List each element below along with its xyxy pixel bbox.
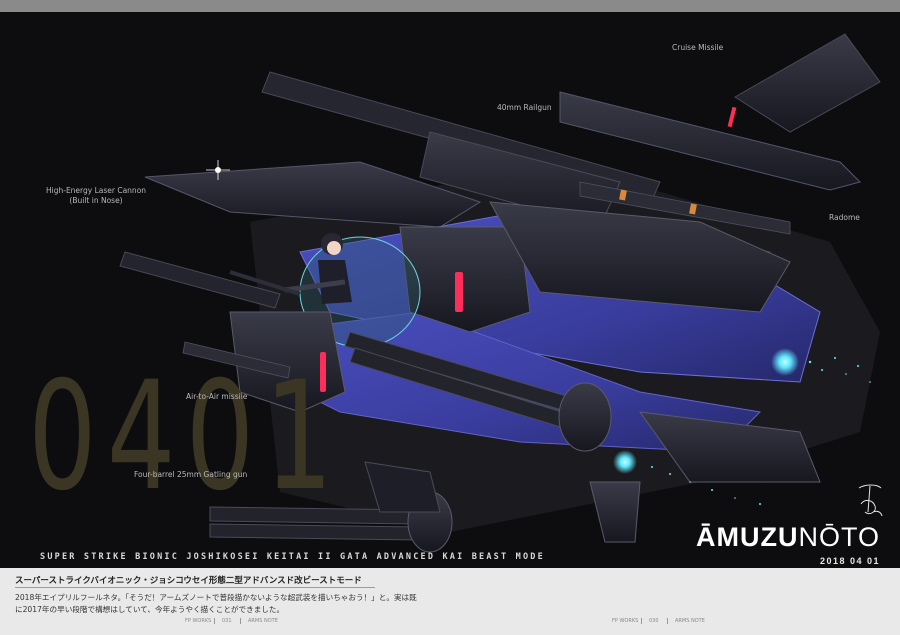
lower-fin xyxy=(589,481,641,543)
title: ĀMUZUNŌTO xyxy=(696,524,880,551)
footer-divider xyxy=(641,618,642,624)
title-bold: ĀMUZU xyxy=(696,522,799,552)
cruise-missile-red-band xyxy=(727,106,737,128)
info-title: スーパーストライクバイオニック・ジョシコウセイ形態二型アドバンスド改ビーストモー… xyxy=(15,576,362,586)
subtitle-line: SUPER STRIKE BIONIC JOSHIKOSEI KEITAI II… xyxy=(40,552,545,562)
footer-left-page: 031 xyxy=(222,618,232,624)
footer-right-page: 030 xyxy=(649,618,659,624)
footer-right-section: FP WORKS xyxy=(612,618,639,624)
callout-gatling: Four-barrel 25mm Gatling gun xyxy=(134,470,248,479)
callout-cruise-missile: Cruise Missile xyxy=(672,43,724,52)
big-number-watermark: 0401 xyxy=(28,350,344,524)
title-light: NŌTO xyxy=(798,522,880,552)
thruster-glow-lower xyxy=(613,450,637,474)
info-divider xyxy=(15,587,375,588)
footer-divider xyxy=(214,618,215,624)
callout-laser-cannon-line1: High-Energy Laser Cannon xyxy=(46,186,147,195)
callout-laser-cannon: High-Energy Laser Cannon (Built in Nose) xyxy=(46,186,146,206)
footer-divider xyxy=(667,618,668,624)
tail-fin xyxy=(734,33,881,133)
callout-radome: Radome xyxy=(829,213,860,222)
footer-left-label: ARMS NOTE xyxy=(248,618,278,624)
page-footer: FP WORKS 031 ARMS NOTE FP WORKS 030 ARMS… xyxy=(0,611,900,635)
callout-laser-cannon-line2: (Built in Nose) xyxy=(69,196,123,206)
book-spread: 0401 Cruise Missile 40mm Railgun High-En… xyxy=(0,0,900,635)
date: 2018 04 01 xyxy=(819,556,880,566)
footer-right-label: ARMS NOTE xyxy=(675,618,705,624)
info-body-line1: 2018年エイプリルフールネタ。「そうだ！アームズノートで普段描かないような超武… xyxy=(15,593,417,602)
engine-red-light xyxy=(455,272,463,312)
callout-railgun: 40mm Railgun xyxy=(497,103,552,112)
footer-left-section: FP WORKS xyxy=(185,618,212,624)
artwork-panel: 0401 Cruise Missile 40mm Railgun High-En… xyxy=(0,12,900,568)
title-block: ĀMUZUNŌTO 2018 04 01 xyxy=(696,524,880,567)
thruster-glow-upper xyxy=(771,348,799,376)
footer-divider xyxy=(240,618,241,624)
callout-air-to-air: Air-to-Air missile xyxy=(186,392,248,401)
artist-signature xyxy=(858,484,883,517)
